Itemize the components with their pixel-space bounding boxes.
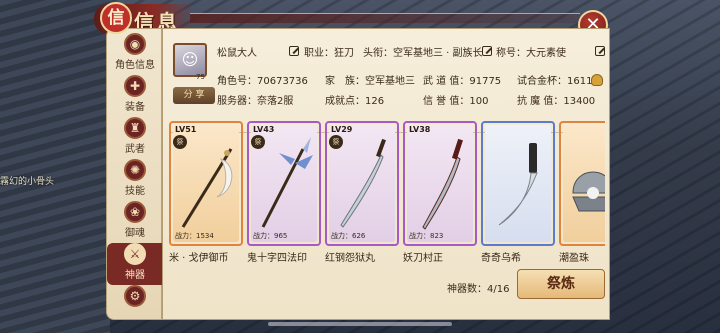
artifact-name: 米 · 戈伊御币 [169, 253, 229, 264]
artifact-name: 红钢怨狱丸 [325, 253, 375, 264]
title-seal-icon: 信 [100, 2, 132, 34]
title-label: 头衔：空军基地三 · 副族长 [363, 48, 483, 59]
character-icon: ◉ [124, 33, 146, 55]
artifact-power: 战力：626 [331, 232, 366, 240]
tab-skill[interactable]: ✺ 技能 [107, 159, 163, 201]
equipment-icon: ✚ [124, 75, 146, 97]
seal-icon: 祭 [173, 135, 187, 149]
artifact-card[interactable]: LV51 祭 战力：1534 [169, 121, 243, 246]
artifact-name: 奇奇乌希 [481, 253, 521, 264]
tab-character-info[interactable]: ◉ 角色信息 [107, 33, 163, 75]
tab-soul[interactable]: ❀ 御魂 [107, 201, 163, 243]
soul-icon: ❀ [124, 201, 146, 223]
artifact-icon: ⚔ [124, 243, 146, 265]
job-label: 职业：狂刀 [304, 48, 354, 59]
tab-label: 武者 [125, 144, 145, 155]
artifact-card[interactable]: LV29 祭 战力：626 [325, 121, 399, 246]
trophy-icon [591, 74, 603, 86]
sidebar-tabs: ◉ 角色信息 ✚ 装备 ♜ 武者 ✺ 技能 ❀ 御魂 ⚔ 神器 ⚙ [106, 28, 163, 320]
skill-icon: ✺ [124, 159, 146, 181]
edit-nickname-icon[interactable] [595, 46, 605, 56]
wand-icon [181, 148, 233, 228]
home-indicator[interactable] [268, 322, 452, 326]
settings-icon: ⚙ [124, 285, 146, 307]
background-player-label: 霧幻的小骨头 [0, 177, 55, 187]
tab-warrior[interactable]: ♜ 武者 [107, 117, 163, 159]
header-strip [190, 13, 580, 23]
avatar[interactable]: ☺ [173, 43, 207, 77]
tab-label: 装备 [125, 102, 145, 113]
player-name: 松鼠大人 [217, 48, 257, 59]
nickname-label: 称号：大元素使 [496, 48, 566, 59]
seal-icon: 祭 [251, 135, 265, 149]
katana-icon [340, 138, 386, 228]
artifact-power: 战力：1534 [175, 232, 214, 240]
warrior-icon: ♜ [124, 117, 146, 139]
role-id: 角色号：70673736 [217, 76, 308, 87]
edit-name-icon[interactable] [289, 46, 299, 56]
tab-equipment[interactable]: ✚ 装备 [107, 75, 163, 117]
tab-settings[interactable]: ⚙ [107, 285, 163, 327]
resistance-value: 抗 魔 值：13400 [517, 96, 596, 107]
artifact-level: LV29 [331, 125, 353, 134]
main-panel: ☺ 75 分 享 松鼠大人 职业：狂刀 头衔：空军基地三 · 副族长 称号：大元… [162, 28, 610, 320]
artifact-level: LV43 [253, 125, 275, 134]
background-roof [0, 0, 110, 333]
artifact-count: 神器数：4/16 [447, 284, 510, 295]
tab-label: 神器 [125, 270, 145, 281]
martial-value: 武 道 值：91775 [423, 76, 502, 87]
artifact-power: 战力：823 [409, 232, 444, 240]
artifact-power: 战力：965 [253, 232, 288, 240]
family-label: 家 族：空军基地三 [325, 76, 415, 87]
curved-knife-icon [498, 143, 538, 226]
reputation-value: 信 誉 值：100 [423, 96, 489, 107]
profile-section: ☺ 75 分 享 松鼠大人 职业：狂刀 头衔：空军基地三 · 副族长 称号：大元… [169, 37, 605, 133]
artifact-name: 潮盈珠 [559, 253, 589, 264]
server-label: 服务器：奈落2服 [217, 96, 294, 107]
artifact-card[interactable]: LV38 战力：823 [403, 121, 477, 246]
tab-label: 技能 [125, 186, 145, 197]
edit-title-icon[interactable] [482, 46, 492, 56]
tab-label: 角色信息 [115, 60, 155, 71]
refine-button[interactable]: 祭炼 [517, 269, 605, 299]
artifact-card[interactable] [481, 121, 555, 246]
seal-icon: 祭 [329, 135, 343, 149]
artifact-card[interactable] [559, 121, 605, 246]
artifact-name: 鬼十字四法印 [247, 253, 307, 264]
avatar-level: 75 [196, 73, 205, 81]
shell-pearl-icon [572, 171, 605, 212]
artifact-card[interactable]: LV43 祭 战力：965 [247, 121, 321, 246]
achievement-label: 成就点：126 [325, 96, 385, 107]
tab-label: 御魂 [125, 228, 145, 239]
trial-cup-value: 试合金杯：1611 [517, 76, 593, 87]
artifact-level: LV38 [409, 125, 431, 134]
share-button[interactable]: 分 享 [173, 87, 215, 104]
demon-blade-icon [422, 138, 463, 230]
artifact-list: LV51 祭 战力：1534 米 · 戈伊御币 LV43 祭 战力：965 鬼十… [169, 121, 605, 269]
artifact-level: LV51 [175, 125, 197, 134]
tab-artifact[interactable]: ⚔ 神器 [107, 243, 163, 285]
halberd-icon [261, 137, 313, 228]
artifact-name: 妖刀村正 [403, 253, 443, 264]
